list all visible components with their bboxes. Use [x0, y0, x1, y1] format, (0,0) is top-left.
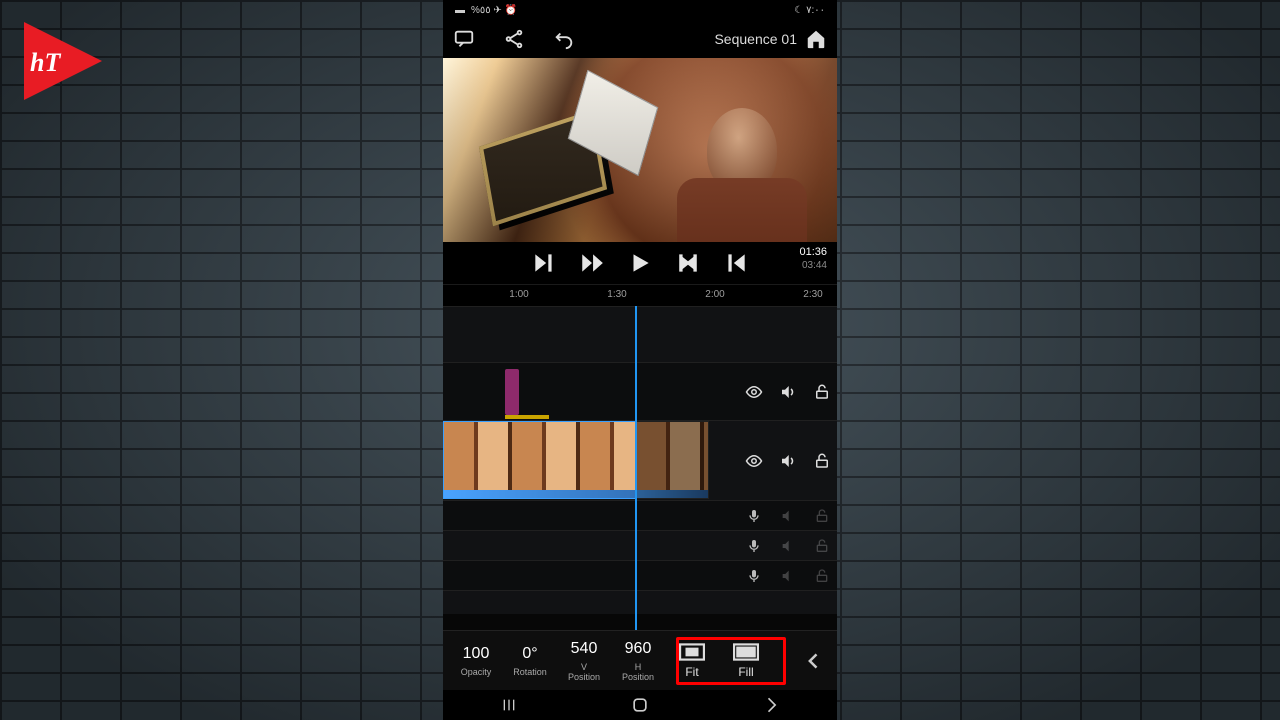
audio-track-1[interactable]: [443, 500, 837, 530]
track-controls: [745, 383, 831, 401]
android-status-bar: ▬ %٥٥ ✈ ⏰ ☾ ٧:٠٠: [443, 0, 837, 20]
preview-monitor[interactable]: [443, 58, 837, 242]
battery-icon: ▬: [455, 5, 465, 16]
recent-apps-button[interactable]: [479, 697, 539, 713]
ruler-tick: 1:30: [607, 289, 626, 300]
share-icon[interactable]: [503, 28, 525, 50]
video-clip-secondary[interactable]: [635, 421, 709, 499]
properties-back-button[interactable]: [797, 651, 831, 671]
hposition-label: H Position: [622, 662, 654, 682]
timecode-display: 01:36 03:44: [799, 246, 827, 272]
lock-icon[interactable]: [813, 383, 831, 401]
nav-back-button[interactable]: [741, 695, 801, 715]
volume-icon[interactable]: [779, 567, 797, 585]
play-fast-button[interactable]: [579, 250, 605, 276]
track-controls: [745, 537, 831, 555]
volume-icon[interactable]: [779, 452, 797, 470]
microphone-icon[interactable]: [745, 567, 763, 585]
undo-icon[interactable]: [553, 28, 575, 50]
lock-icon[interactable]: [813, 452, 831, 470]
microphone-icon[interactable]: [745, 537, 763, 555]
play-button[interactable]: [627, 250, 653, 276]
nav-home-button[interactable]: [610, 695, 670, 715]
clip-tail: [505, 415, 549, 419]
vposition-label: V Position: [568, 662, 600, 682]
preview-art-page: [568, 70, 658, 176]
fit-label: Fit: [685, 665, 698, 679]
visibility-icon[interactable]: [745, 383, 763, 401]
vposition-control[interactable]: 540 V Position: [557, 640, 611, 682]
opacity-value: 100: [463, 645, 490, 663]
hposition-control[interactable]: 960 H Position: [611, 640, 665, 682]
status-left-text: %٥٥ ✈ ⏰: [471, 5, 517, 16]
video-track-1[interactable]: [443, 362, 837, 420]
fill-button[interactable]: Fill: [719, 643, 773, 679]
track-controls: [745, 452, 831, 470]
sequence-title[interactable]: Sequence 01: [714, 31, 797, 47]
home-icon[interactable]: [805, 28, 827, 50]
main-video-track[interactable]: [443, 420, 837, 500]
visibility-icon[interactable]: [745, 452, 763, 470]
transport-bar: 01:36 03:44: [443, 242, 837, 284]
timeline-ruler[interactable]: 1:00 1:30 2:00 2:30: [443, 284, 837, 306]
track-controls: [745, 567, 831, 585]
lock-icon[interactable]: [813, 567, 831, 585]
opacity-label: Opacity: [461, 667, 492, 677]
ruler-tick: 2:00: [705, 289, 724, 300]
microphone-icon[interactable]: [745, 507, 763, 525]
volume-icon[interactable]: [779, 537, 797, 555]
volume-icon[interactable]: [779, 383, 797, 401]
lock-icon[interactable]: [813, 507, 831, 525]
skip-start-button[interactable]: [723, 250, 749, 276]
step-back-button[interactable]: [675, 250, 701, 276]
lock-icon[interactable]: [813, 537, 831, 555]
logo-text: hT: [30, 50, 60, 76]
channel-logo: hT: [24, 22, 102, 100]
hposition-value: 960: [625, 640, 652, 658]
spacer-track: [443, 590, 837, 614]
current-time: 01:36: [799, 246, 827, 259]
comment-icon[interactable]: [453, 28, 475, 50]
status-right-text: ☾ ٧:٠٠: [794, 5, 825, 16]
rotation-control[interactable]: 0° Rotation: [503, 645, 557, 677]
volume-icon[interactable]: [779, 507, 797, 525]
skip-end-button[interactable]: [531, 250, 557, 276]
preview-art-book: [479, 110, 607, 227]
opacity-control[interactable]: 100 Opacity: [449, 645, 503, 677]
audio-track-3[interactable]: [443, 560, 837, 590]
fit-button[interactable]: Fit: [665, 643, 719, 679]
properties-bar: 100 Opacity 0° Rotation 540 V Position 9…: [443, 630, 837, 690]
fill-label: Fill: [738, 665, 753, 679]
app-header: Sequence 01: [443, 20, 837, 58]
preview-art-face: [707, 108, 777, 193]
playhead[interactable]: [635, 306, 637, 630]
clip-marker[interactable]: [505, 369, 519, 415]
audio-track-2[interactable]: [443, 530, 837, 560]
preview-art-torso: [677, 178, 807, 242]
rotation-value: 0°: [522, 645, 537, 663]
track-controls: [745, 507, 831, 525]
phone-frame: ▬ %٥٥ ✈ ⏰ ☾ ٧:٠٠ Sequence 01: [443, 0, 837, 720]
ruler-tick: 1:00: [509, 289, 528, 300]
video-track-2[interactable]: [443, 306, 837, 362]
timeline-tracks[interactable]: [443, 306, 837, 630]
android-nav-bar: [443, 690, 837, 720]
vposition-value: 540: [571, 640, 598, 658]
ruler-tick: 2:30: [803, 289, 822, 300]
rotation-label: Rotation: [513, 667, 547, 677]
total-duration: 03:44: [799, 259, 827, 272]
